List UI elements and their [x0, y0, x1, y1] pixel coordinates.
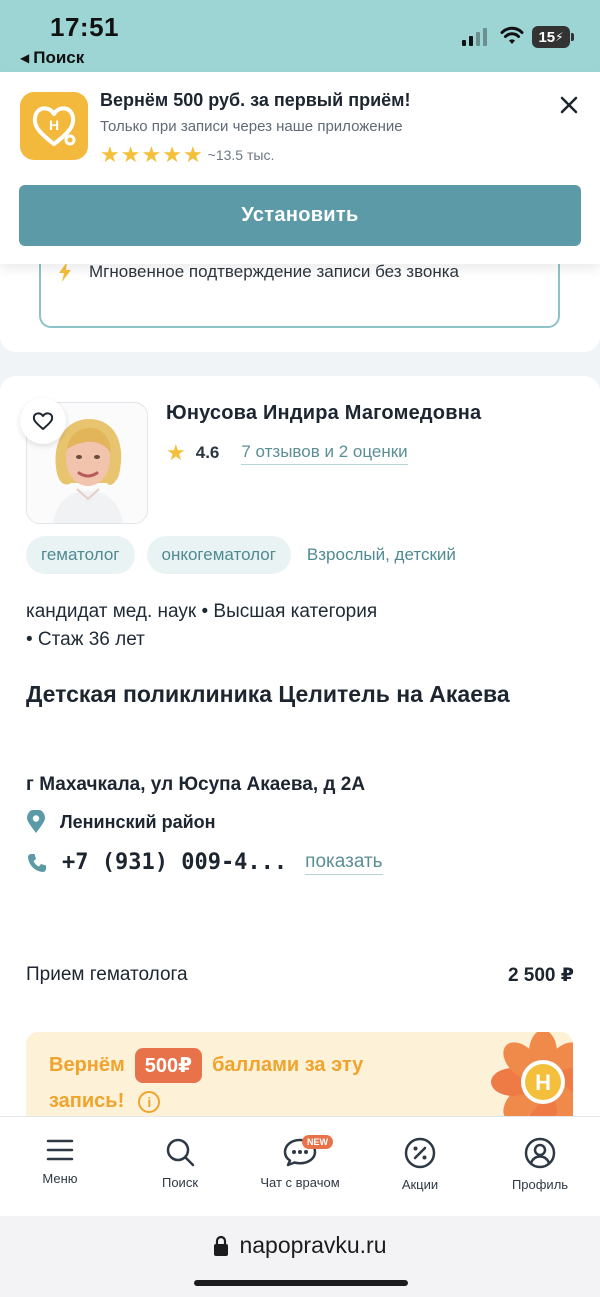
battery-indicator: 15 ⚡: [532, 26, 574, 48]
nav-chat-with-doctor[interactable]: NEW Чат с врачом: [240, 1117, 360, 1216]
doctor-name[interactable]: Юнусова Индира Магомедовна: [166, 402, 481, 425]
nav-label: Чат с врачом: [260, 1175, 340, 1190]
url-text: napopravku.ru: [239, 1232, 387, 1258]
svg-text:Н: Н: [535, 1070, 551, 1095]
info-icon[interactable]: i: [138, 1090, 161, 1113]
star-icon: ★: [141, 142, 162, 167]
app-logo: Н: [20, 92, 88, 160]
close-banner-button[interactable]: [556, 92, 582, 118]
browser-address-bar: napopravku.ru: [0, 1216, 600, 1297]
wifi-icon: [500, 26, 524, 44]
phone-number: +7 (931) 009-4...: [62, 850, 288, 875]
experience-line: • Стаж 36 лет: [26, 629, 145, 650]
lock-icon: [214, 1235, 229, 1256]
menu-icon: [46, 1139, 74, 1161]
star-icon: ★: [100, 142, 120, 167]
cashback-line: Вернём 500₽ баллами за эту: [49, 1048, 363, 1083]
profile-icon: [524, 1137, 556, 1169]
bottom-navigation: Меню Поиск NEW Чат с врачом Акции Профил…: [0, 1116, 600, 1216]
doctor-card[interactable]: Юнусова Индира Магомедовна ★ 4.6 7 отзыв…: [0, 376, 600, 1136]
heart-stethoscope-icon: Н: [32, 106, 76, 146]
service-price: 2 500 ₽: [507, 965, 574, 986]
back-label: Поиск: [33, 48, 85, 67]
cashback-text-before: Вернём: [49, 1054, 125, 1076]
nav-label: Профиль: [511, 1177, 569, 1192]
district-row: Ленинский район: [26, 810, 216, 834]
back-arrow-icon: ◀: [20, 51, 30, 65]
star-icon: ★: [120, 142, 141, 167]
age-group-label: Взрослый, детский: [306, 545, 456, 564]
doctor-qualifications: кандидат мед. наук • Высшая категория • …: [26, 598, 546, 654]
specialty-tag[interactable]: гематолог: [26, 536, 135, 574]
close-icon: [560, 96, 578, 114]
search-icon: [166, 1138, 195, 1167]
signal-icon: [462, 28, 487, 46]
app-rating: ★ ★ ★ ★ ★ ~13.5 тыс.: [100, 144, 274, 166]
new-badge: NEW: [302, 1135, 333, 1149]
service-price-row: Прием гематолога 2 500 ₽: [26, 964, 574, 987]
percent-icon: [404, 1137, 436, 1169]
nav-search[interactable]: Поиск: [120, 1117, 240, 1216]
cashback-text-after: баллами за эту: [212, 1054, 364, 1076]
rating-value: 4.6: [195, 443, 220, 462]
promo-title: Вернём 500 руб. за первый приём!: [100, 90, 411, 110]
location-pin-icon: [27, 810, 45, 833]
specialty-tag[interactable]: онкогематолог: [146, 536, 291, 574]
battery-level: 15: [538, 28, 556, 46]
specialty-tags: гематолог онкогематолог Взрослый, детски…: [26, 536, 460, 574]
status-bar: 17:51 ◀ Поиск 15 ⚡: [0, 0, 600, 72]
status-time: 17:51: [50, 12, 119, 42]
show-phone-link[interactable]: показать: [305, 851, 383, 875]
cashback-text-end: запись!: [49, 1090, 125, 1112]
clinic-name[interactable]: Детская поликлиника Целитель на Акаева: [26, 676, 546, 713]
cashback-amount-badge: 500₽: [134, 1048, 203, 1083]
phone-row: +7 (931) 009-4... показать: [26, 850, 383, 875]
nav-profile[interactable]: Профиль: [480, 1117, 600, 1216]
star-icon: ★: [182, 142, 203, 167]
install-app-button[interactable]: Установить: [19, 185, 581, 246]
clinic-address: г Махачкала, ул Юсупа Акаева, д 2А: [26, 774, 366, 795]
nav-promotions[interactable]: Акции: [360, 1117, 480, 1216]
svg-text:Н: Н: [49, 117, 59, 133]
nav-menu[interactable]: Меню: [0, 1117, 120, 1216]
promo-subtitle: Только при записи через наше приложение: [100, 118, 403, 135]
phone-icon: [28, 853, 46, 872]
app-install-banner: Н Вернём 500 руб. за первый приём! Тольк…: [0, 72, 600, 264]
star-icon: ★: [166, 440, 186, 465]
district-label: Ленинский район: [60, 811, 216, 832]
nav-label: Акции: [401, 1177, 439, 1192]
rating-count: ~13.5 тыс.: [207, 147, 275, 163]
star-icon: ★: [162, 142, 182, 167]
service-name: Прием гематолога: [26, 964, 188, 985]
home-indicator: [194, 1280, 408, 1286]
reviews-link[interactable]: 7 отзывов и 2 оценки: [241, 442, 408, 465]
back-to-search-link[interactable]: ◀ Поиск: [20, 48, 84, 68]
nav-label: Поиск: [161, 1175, 199, 1190]
cashback-line-2: запись! i: [49, 1090, 161, 1113]
url-field[interactable]: napopravku.ru: [0, 1232, 600, 1259]
heart-icon: [32, 412, 54, 430]
favorite-button[interactable]: [20, 398, 66, 444]
doctor-rating-row: ★ 4.6 7 отзывов и 2 оценки: [166, 440, 408, 466]
nav-label: Меню: [42, 1171, 78, 1186]
lightning-icon: [59, 262, 71, 282]
degree-line: кандидат мед. наук • Высшая категория: [26, 601, 378, 622]
